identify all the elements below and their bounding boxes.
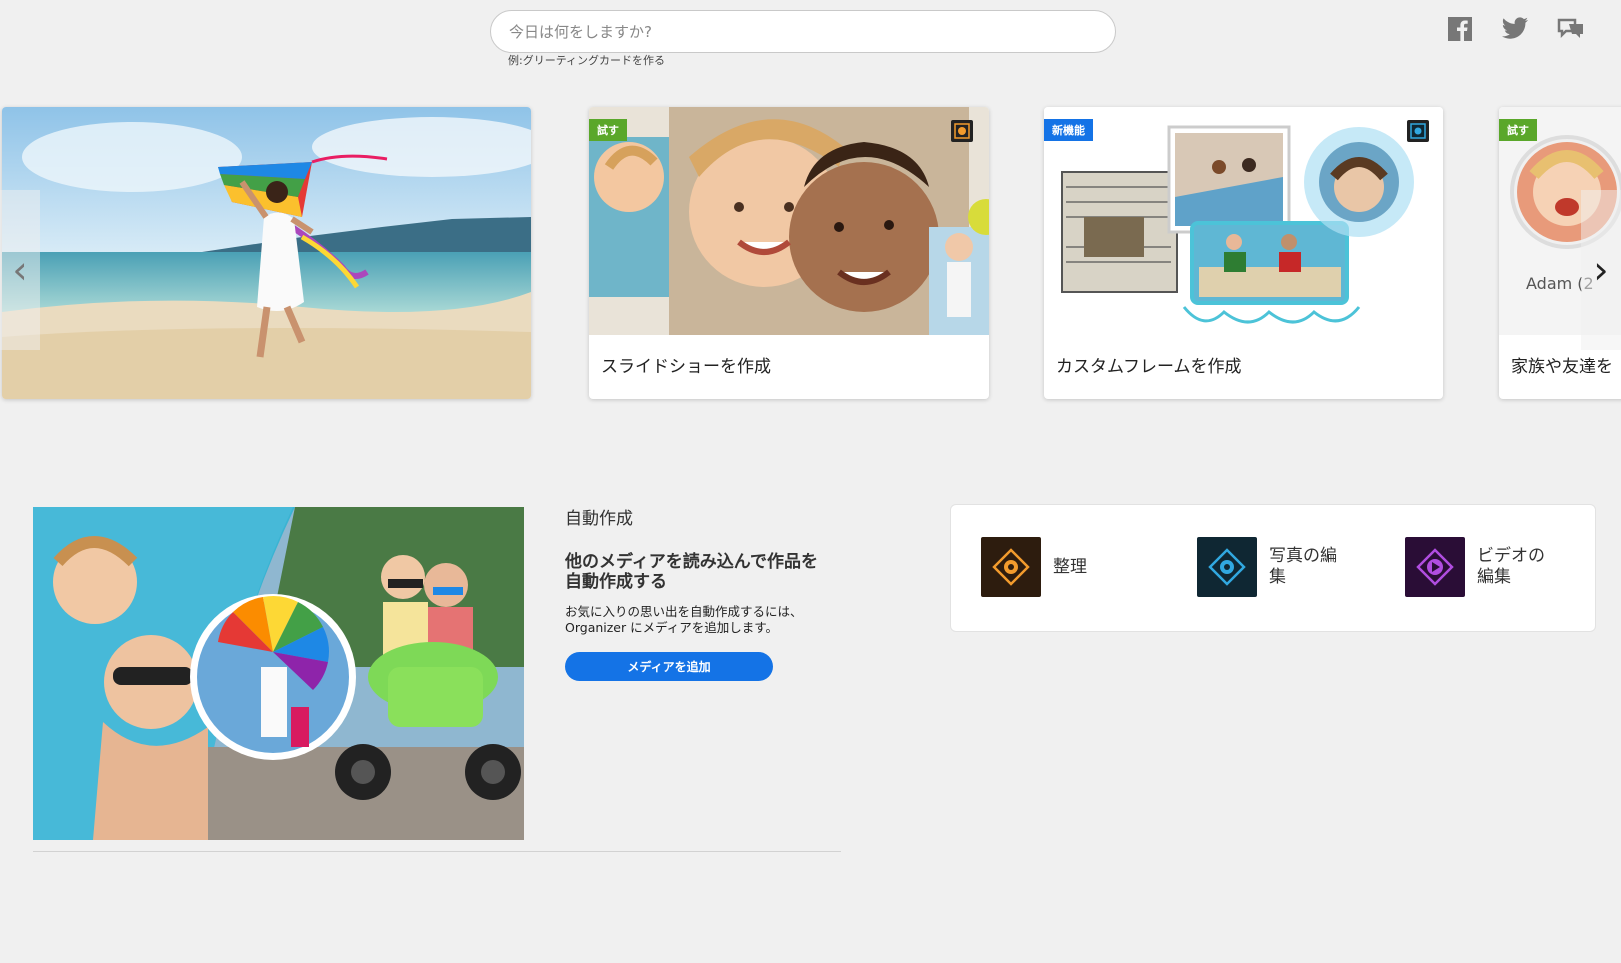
carousel-prev-arrow[interactable]: ‹ xyxy=(0,190,40,350)
slideshow-caption: スライドショーを作成 xyxy=(601,357,771,377)
auto-create-title: 他のメディアを読み込んで作品を自動作成する xyxy=(565,552,818,592)
twitter-icon[interactable] xyxy=(1500,14,1530,44)
facebook-icon[interactable] xyxy=(1445,14,1475,44)
chevron-right-icon: › xyxy=(1593,248,1609,292)
auto-create-description: お気に入りの思い出を自動作成するには、Organizer にメディアを追加します… xyxy=(565,604,803,635)
feedback-icon[interactable] xyxy=(1556,14,1586,44)
custom-frame-caption: カスタムフレームを作成 xyxy=(1056,357,1242,377)
custom-frame-preview-image xyxy=(1044,107,1443,335)
carousel-card-slideshow[interactable]: 試す スライドショーを作成 xyxy=(589,107,989,399)
video-editor-label: ビデオの編集 xyxy=(1477,546,1545,587)
photo-editor-label: 写真の編集 xyxy=(1269,546,1337,587)
photo-editor-app-icon xyxy=(951,120,973,142)
video-editor-icon xyxy=(1405,537,1465,597)
badge-try: 試す xyxy=(1499,119,1537,141)
organizer-icon xyxy=(981,537,1041,597)
auto-create-label: 自動作成 xyxy=(565,509,633,529)
search-hint: 例:グリーティングカードを作る xyxy=(508,54,666,67)
launch-organizer[interactable]: 整理 xyxy=(981,537,1133,597)
slideshow-preview-image xyxy=(589,107,989,335)
photo-editor-icon xyxy=(1197,537,1257,597)
organizer-label: 整理 xyxy=(1053,556,1087,577)
app-launcher-panel: 整理 写真の編集 ビデオの編集 xyxy=(950,504,1596,632)
carousel-card-custom-frame[interactable]: 新機能 カスタムフレームを作成 xyxy=(1044,107,1443,399)
section-divider xyxy=(33,851,841,852)
organizer-app-icon xyxy=(1407,120,1429,142)
carousel-next-arrow[interactable]: › xyxy=(1581,190,1621,350)
auto-create-collage xyxy=(33,507,524,840)
launch-photo-editor[interactable]: 写真の編集 xyxy=(1197,537,1349,597)
add-media-button[interactable]: メディアを追加 xyxy=(565,652,773,681)
carousel-card-featured[interactable] xyxy=(2,107,531,399)
chevron-left-icon: ‹ xyxy=(12,248,28,292)
badge-new: 新機能 xyxy=(1044,119,1093,141)
launch-video-editor[interactable]: ビデオの編集 xyxy=(1405,537,1557,597)
beach-kite-photo xyxy=(2,107,531,399)
badge-try: 試す xyxy=(589,119,627,141)
family-caption: 家族や友達を xyxy=(1511,357,1613,377)
search-input[interactable] xyxy=(491,11,1115,52)
search-box[interactable] xyxy=(490,10,1116,53)
